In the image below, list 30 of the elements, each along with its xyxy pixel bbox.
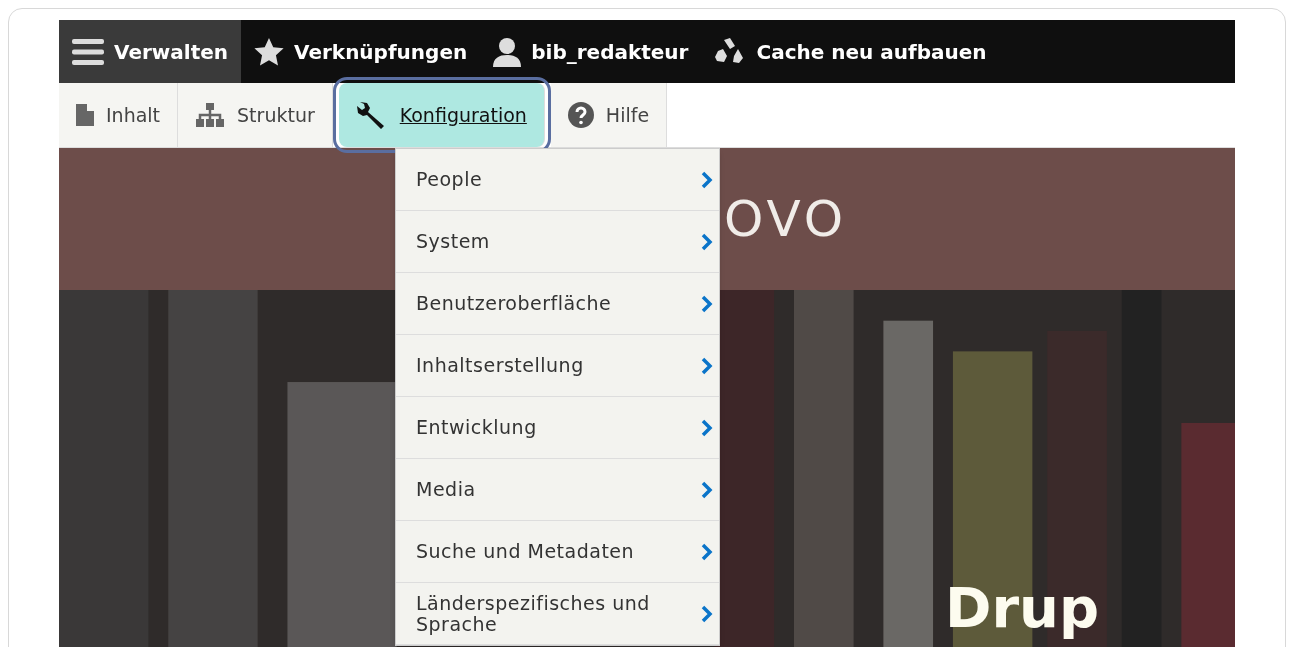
tray-tab[interactable]: Struktur xyxy=(178,83,333,147)
chevron-right-icon xyxy=(701,418,713,437)
sitemap-icon xyxy=(195,103,226,127)
menu-item[interactable]: Media xyxy=(396,459,719,521)
chevron-right-icon xyxy=(701,294,713,313)
star-icon xyxy=(254,37,284,66)
menu-item[interactable]: System xyxy=(396,211,719,273)
chevron-right-icon xyxy=(701,356,713,375)
menu-icon xyxy=(72,36,104,67)
chevron-right-icon xyxy=(701,604,713,623)
menu-item[interactable]: Länderspezifisches und Sprache xyxy=(396,583,719,645)
tray-tab[interactable]: Hilfe xyxy=(550,83,668,147)
user-icon xyxy=(493,36,522,67)
chevron-right-icon xyxy=(701,480,713,499)
site-logo: OVO xyxy=(724,188,848,250)
chevron-right-icon xyxy=(701,170,713,189)
toolbar-item[interactable]: bib_redakteur xyxy=(480,20,702,83)
chevron-right-icon xyxy=(701,232,713,251)
menu-item[interactable]: Benutzeroberfläche xyxy=(396,273,719,335)
toolbar-item[interactable]: Verknüpfungen xyxy=(241,20,481,83)
menu-item[interactable]: People xyxy=(396,149,719,211)
tray-tab[interactable]: Inhalt xyxy=(59,83,179,147)
menu-item[interactable]: Entwicklung xyxy=(396,397,719,459)
menu-item[interactable]: Suche und Metadaten xyxy=(396,521,719,583)
help-icon xyxy=(567,102,594,128)
toolbar-item[interactable]: Cache neu aufbauen xyxy=(701,20,1000,83)
chevron-right-icon xyxy=(701,542,713,561)
menu-item[interactable]: Inhaltserstellung xyxy=(396,335,719,397)
toolbar-item[interactable]: Verwalten xyxy=(59,20,241,83)
document-icon xyxy=(76,104,94,126)
